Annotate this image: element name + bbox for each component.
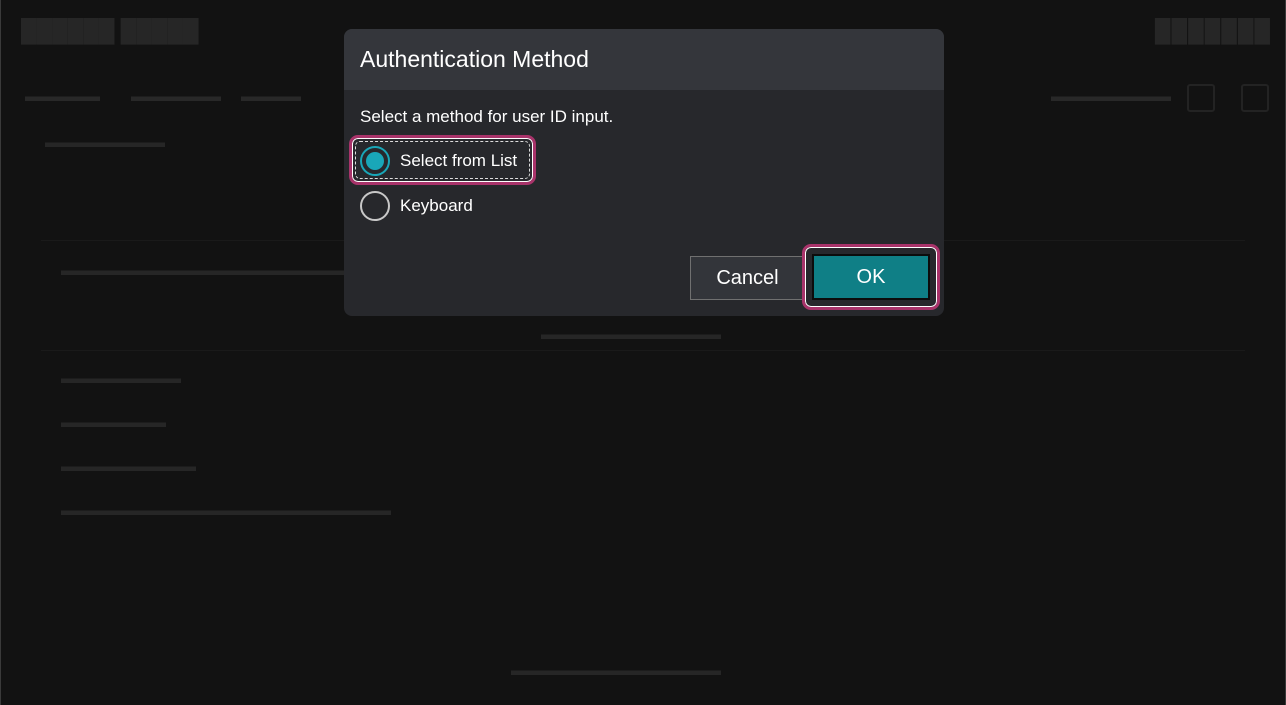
option-keyboard[interactable]: Keyboard [360,190,473,222]
background-app-title: ██████ █████ [21,18,199,43]
background-section-heading: ▬▬▬▬▬▬▬▬▬▬▬▬ [541,326,721,343]
option-label: Keyboard [400,196,473,215]
background-nav-item: ▬▬▬▬▬▬▬▬ [1051,88,1171,105]
background-footer: ▬▬▬▬▬▬▬▬▬▬▬▬▬▬ [511,662,721,679]
option-label: Select from List [400,151,518,170]
background-row: ▬▬▬▬▬▬▬▬▬▬▬▬▬▬▬▬▬▬▬ [61,262,346,279]
background-brand-logo: ███████ [1154,18,1271,43]
radio-unchecked-icon[interactable] [360,191,390,221]
radio-checked-icon[interactable] [360,146,390,176]
background-divider [41,350,1245,351]
dialog-title: Authentication Method [360,46,589,72]
background-row: ▬▬▬▬▬▬▬▬ [61,370,181,387]
background-nav-item: ▬▬▬▬▬▬ [131,88,221,105]
background-nav-item: ▬▬▬▬ [241,88,301,105]
app-background: ██████ █████ ███████ ▬▬▬▬▬ ▬▬▬▬▬▬ ▬▬▬▬ ▬… [0,0,1286,705]
authentication-method-dialog: Authentication Method Select a method fo… [344,29,944,316]
ok-button[interactable]: OK [812,254,930,300]
background-row: ▬▬▬▬▬▬▬▬▬ [61,458,196,475]
dialog-header: Authentication Method [344,29,944,90]
background-icon [1241,84,1269,112]
background-icon [1187,84,1215,112]
background-row: ▬▬▬▬▬▬▬▬▬▬▬▬▬▬▬▬▬▬▬▬▬▬ [61,502,391,519]
background-nav-item: ▬▬▬▬▬ [25,88,100,105]
background-row: ▬▬▬▬▬▬▬ [61,414,166,431]
background-breadcrumb: ▬▬▬▬▬▬▬▬ [45,134,165,151]
cancel-button[interactable]: Cancel [690,256,805,300]
dialog-prompt: Select a method for user ID input. [360,107,614,126]
option-select-from-list[interactable]: Select from List [360,145,517,177]
